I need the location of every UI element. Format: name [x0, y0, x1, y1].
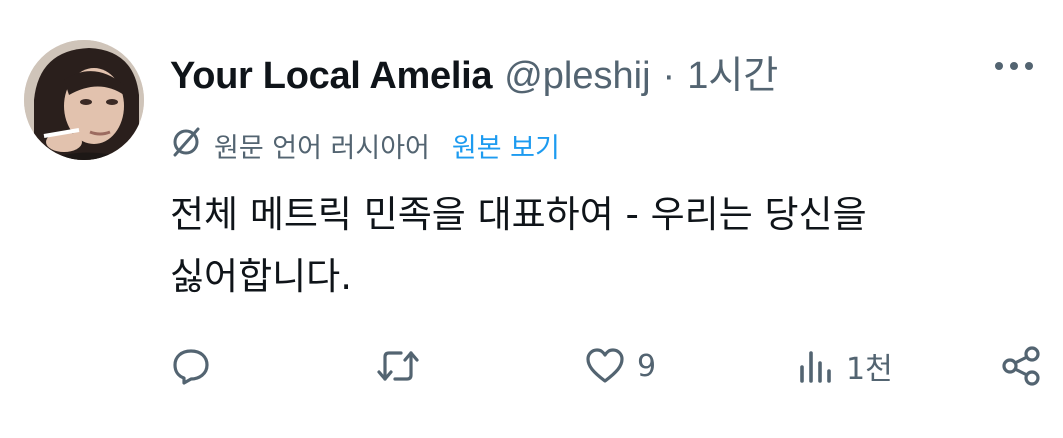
- translate-icon: [168, 124, 204, 167]
- tweet-header: Your Local Amelia @pleshij · 1시간: [170, 44, 778, 99]
- heart-icon: [583, 345, 627, 387]
- views-chart-icon: [794, 345, 836, 387]
- translation-notice: 원문 언어 러시아어 원본 보기: [168, 124, 560, 167]
- like-button[interactable]: 9: [583, 336, 656, 396]
- share-icon: [1000, 344, 1044, 388]
- more-options-icon: [995, 62, 1003, 70]
- reply-icon: [170, 345, 212, 387]
- retweet-button[interactable]: [375, 336, 421, 396]
- tweet-text: 전체 메트릭 민족을 대표하여 - 우리는 당신을 싫어합니다.: [170, 193, 867, 298]
- show-original-link[interactable]: 원본 보기: [452, 126, 560, 165]
- like-count: 9: [637, 348, 657, 384]
- avatar-image: [24, 40, 144, 160]
- separator-dot: ·: [662, 55, 676, 97]
- author-name[interactable]: Your Local Amelia: [170, 55, 493, 98]
- retweet-icon: [375, 345, 421, 387]
- avatar[interactable]: [24, 40, 144, 160]
- more-options-button[interactable]: [987, 54, 1041, 78]
- action-bar: 9 1천: [170, 336, 1050, 396]
- share-button[interactable]: [1000, 336, 1044, 396]
- views-button[interactable]: 1천: [794, 336, 893, 396]
- view-count: 1천: [846, 352, 893, 387]
- translation-language-text: 원문 언어 러시아어: [214, 133, 430, 164]
- timestamp[interactable]: 1시간: [687, 44, 778, 99]
- author-handle[interactable]: @pleshij: [504, 55, 650, 98]
- reply-button[interactable]: [170, 336, 212, 396]
